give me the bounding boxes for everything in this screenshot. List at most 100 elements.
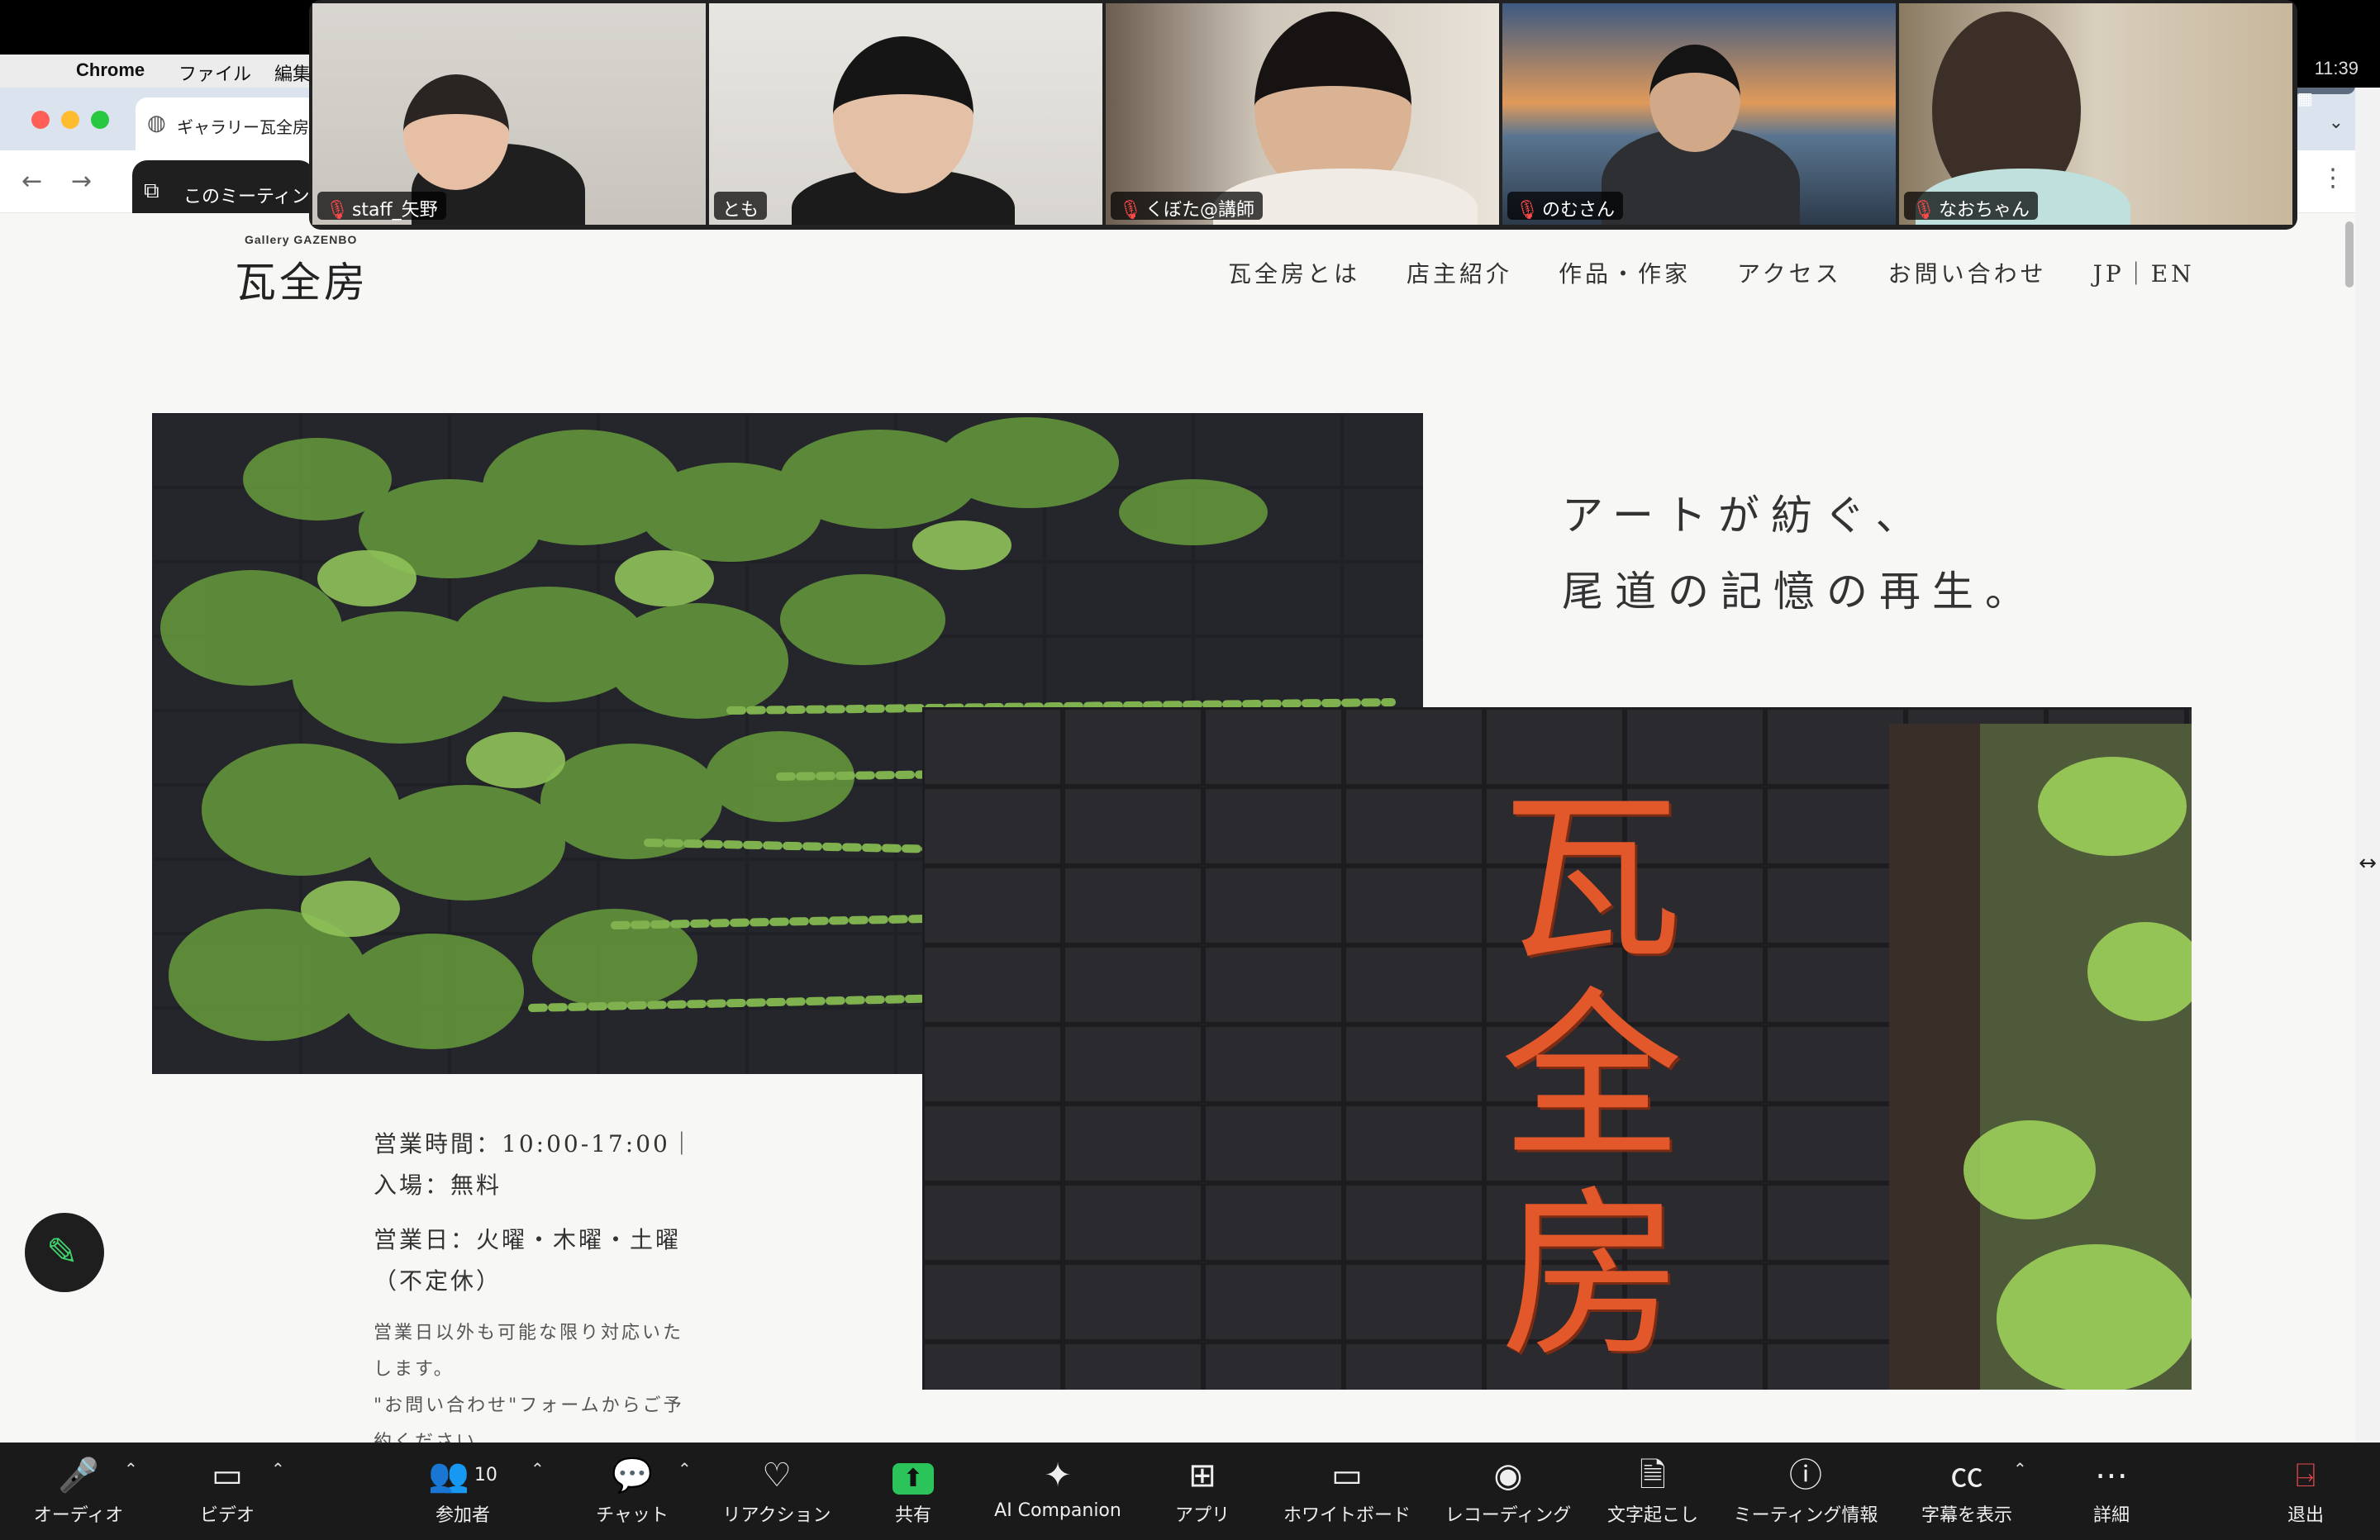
document-icon: 🗎: [1639, 1457, 1667, 1495]
sign-character: 房: [1501, 1170, 1683, 1381]
close-window-button[interactable]: [31, 111, 50, 129]
participants-button[interactable]: 👥 10 参加者: [405, 1454, 521, 1527]
info-note-line: 営業日以外も可能な限り対応いた: [374, 1323, 684, 1343]
participant-tile[interactable]: 🎙 のむさん: [1502, 3, 1896, 225]
scrollbar-thumb[interactable]: [2345, 221, 2354, 288]
nav-access[interactable]: アクセス: [1737, 256, 1842, 289]
site-nav: 瓦全房とは 店主紹介 作品・作家 アクセス お問い合わせ JP｜EN: [1228, 256, 2195, 289]
video-gallery-strip: 🎙 staff_矢野 とも 🎙 くぼた@講師 🎙 のむさん 🎙 なおちゃん: [309, 0, 2297, 230]
minimize-window-button[interactable]: [61, 111, 79, 129]
muted-mic-icon: 🎙: [1516, 200, 1539, 221]
participant-tile[interactable]: 🎙 なおちゃん: [1899, 3, 2292, 225]
chevron-down-icon[interactable]: ⌄: [2329, 112, 2344, 133]
side-panel-edge: [2355, 88, 2380, 1443]
menu-edit[interactable]: 編集: [274, 59, 311, 86]
chat-button[interactable]: 💬 チャット: [578, 1454, 686, 1527]
more-vert-icon[interactable]: ⋮: [2320, 164, 2345, 192]
nav-about[interactable]: 瓦全房とは: [1228, 256, 1360, 289]
transcript-label: 文字起こし: [1606, 1505, 1698, 1526]
mic-muted-icon: 🎤: [58, 1457, 99, 1495]
hero-tagline: アートが紡ぐ、 尾道の記憶の再生。: [1562, 478, 2038, 630]
sparkle-icon: ✦: [1044, 1457, 1072, 1495]
share-notice-label: このミーティン: [183, 187, 310, 207]
muted-mic-icon: 🎙: [1119, 200, 1142, 221]
muted-mic-icon: 🎙: [326, 200, 349, 221]
tab-title: ギャラリー瓦全房: [177, 117, 309, 137]
audio-options-caret-icon[interactable]: ⌃: [124, 1459, 138, 1479]
forward-arrow-icon[interactable]: →: [71, 167, 92, 196]
site-logo[interactable]: 瓦全房: [235, 250, 369, 309]
leave-label: 退出: [2287, 1505, 2324, 1526]
participants-options-caret-icon[interactable]: ⌃: [531, 1459, 545, 1479]
back-arrow-icon[interactable]: ←: [21, 167, 42, 196]
menu-app-chrome[interactable]: Chrome: [76, 59, 145, 81]
menu-file[interactable]: ファイル: [178, 59, 251, 86]
annotate-button[interactable]: ✎: [25, 1213, 104, 1292]
meeting-info-label: ミーティング情報: [1733, 1505, 1878, 1526]
globe-icon: ◍: [147, 111, 166, 135]
info-note-line: "お問い合わせ"フォームからご予: [374, 1395, 684, 1416]
muted-mic-icon: 🎙: [1912, 200, 1935, 221]
opening-hours: 営業時間：10:00-17:00｜: [374, 1130, 696, 1157]
captions-button[interactable]: ㏄ 字幕を表示: [1909, 1454, 2025, 1527]
hero-image-sign: 瓦 全 房: [922, 707, 2192, 1390]
tagline-line-2: 尾道の記憶の再生。: [1562, 568, 2038, 616]
more-button[interactable]: ⋯ 詳細: [2066, 1454, 2157, 1527]
participant-name: なおちゃん: [1938, 200, 2030, 221]
apps-grid-icon: ⊞: [1188, 1457, 1216, 1495]
nav-owner[interactable]: 店主紹介: [1407, 256, 1512, 289]
participants-count: 10: [474, 1465, 497, 1485]
info-note-line: 約ください。: [374, 1432, 498, 1443]
recording-button[interactable]: ◉ レコーディング: [1438, 1454, 1578, 1527]
info-icon: ⓘ: [1789, 1457, 1822, 1495]
video-label: ビデオ: [199, 1505, 255, 1526]
video-button[interactable]: ▭ ビデオ: [174, 1454, 281, 1527]
nav-contact[interactable]: お問い合わせ: [1888, 256, 2047, 289]
meeting-toolbar: 🎤 オーディオ ⌃ ▭ ビデオ ⌃ 👥 10 参加者 ⌃ 💬 チャット ⌃ ♡ リ…: [0, 1443, 2380, 1540]
ai-companion-button[interactable]: ✦ AI Companion: [983, 1454, 1132, 1521]
share-label: 共有: [894, 1505, 931, 1526]
nav-works[interactable]: 作品・作家: [1559, 256, 1691, 289]
apps-button[interactable]: ⊞ アプリ: [1157, 1454, 1248, 1527]
menu-clock: 11:39: [2314, 58, 2359, 78]
captions-options-caret-icon[interactable]: ⌃: [2013, 1459, 2027, 1479]
participant-tile[interactable]: 🎙 くぼた@講師: [1106, 3, 1499, 225]
opening-info: 営業時間：10:00-17:00｜ 入場：無料 営業日：火曜・木曜・土曜 （不定…: [374, 1124, 836, 1443]
people-icon: 👥 10: [428, 1457, 497, 1495]
chat-options-caret-icon[interactable]: ⌃: [678, 1459, 692, 1479]
record-icon: ◉: [1493, 1457, 1523, 1495]
exit-door-icon: ⍈: [2296, 1457, 2316, 1495]
share-arrow-icon: ⬆: [892, 1463, 934, 1495]
meeting-info-button[interactable]: ⓘ ミーティング情報: [1727, 1454, 1884, 1527]
apps-label: アプリ: [1174, 1505, 1230, 1526]
maximize-window-button[interactable]: [91, 111, 109, 129]
share-screen-button[interactable]: ⬆ 共有: [868, 1454, 959, 1527]
pencil-icon: ✎: [46, 1229, 79, 1274]
leave-button[interactable]: ⍈ 退出: [2264, 1454, 2347, 1527]
tab-gallery[interactable]: ◍ ギャラリー瓦全房: [136, 97, 317, 150]
more-label: 詳細: [2092, 1505, 2130, 1526]
more-dots-icon: ⋯: [2095, 1457, 2128, 1495]
participant-name: のむさん: [1541, 200, 1615, 221]
nav-language[interactable]: JP｜EN: [2093, 256, 2195, 289]
screen-share-icon: ⧉: [144, 178, 159, 203]
video-options-caret-icon[interactable]: ⌃: [271, 1459, 285, 1479]
captions-label: 字幕を表示: [1921, 1505, 2012, 1526]
info-note-line: します。: [374, 1359, 455, 1380]
participant-tile-active-speaker[interactable]: とも: [709, 3, 1102, 225]
recording-label: レコーディング: [1445, 1505, 1572, 1526]
reaction-button[interactable]: ♡ リアクション: [711, 1454, 843, 1527]
logo-subtitle: Gallery GAZENBO: [245, 233, 358, 246]
camera-icon: ▭: [212, 1457, 243, 1495]
participants-label: 参加者: [435, 1505, 490, 1526]
audio-button[interactable]: 🎤 オーディオ: [25, 1454, 132, 1527]
resize-handle-icon[interactable]: ↔: [2359, 851, 2377, 876]
whiteboard-button[interactable]: ▭ ホワイトボード: [1273, 1454, 1421, 1527]
extension-button[interactable]: 表示 ▦: [2292, 88, 2355, 108]
transcript-button[interactable]: 🗎 文字起こし: [1595, 1454, 1711, 1527]
participant-name: くぼた@講師: [1145, 200, 1254, 221]
admission: 入場：無料: [374, 1172, 502, 1199]
participant-name: staff_矢野: [351, 200, 438, 221]
participant-tile[interactable]: 🎙 staff_矢野: [312, 3, 706, 225]
ai-companion-label: AI Companion: [994, 1500, 1121, 1521]
